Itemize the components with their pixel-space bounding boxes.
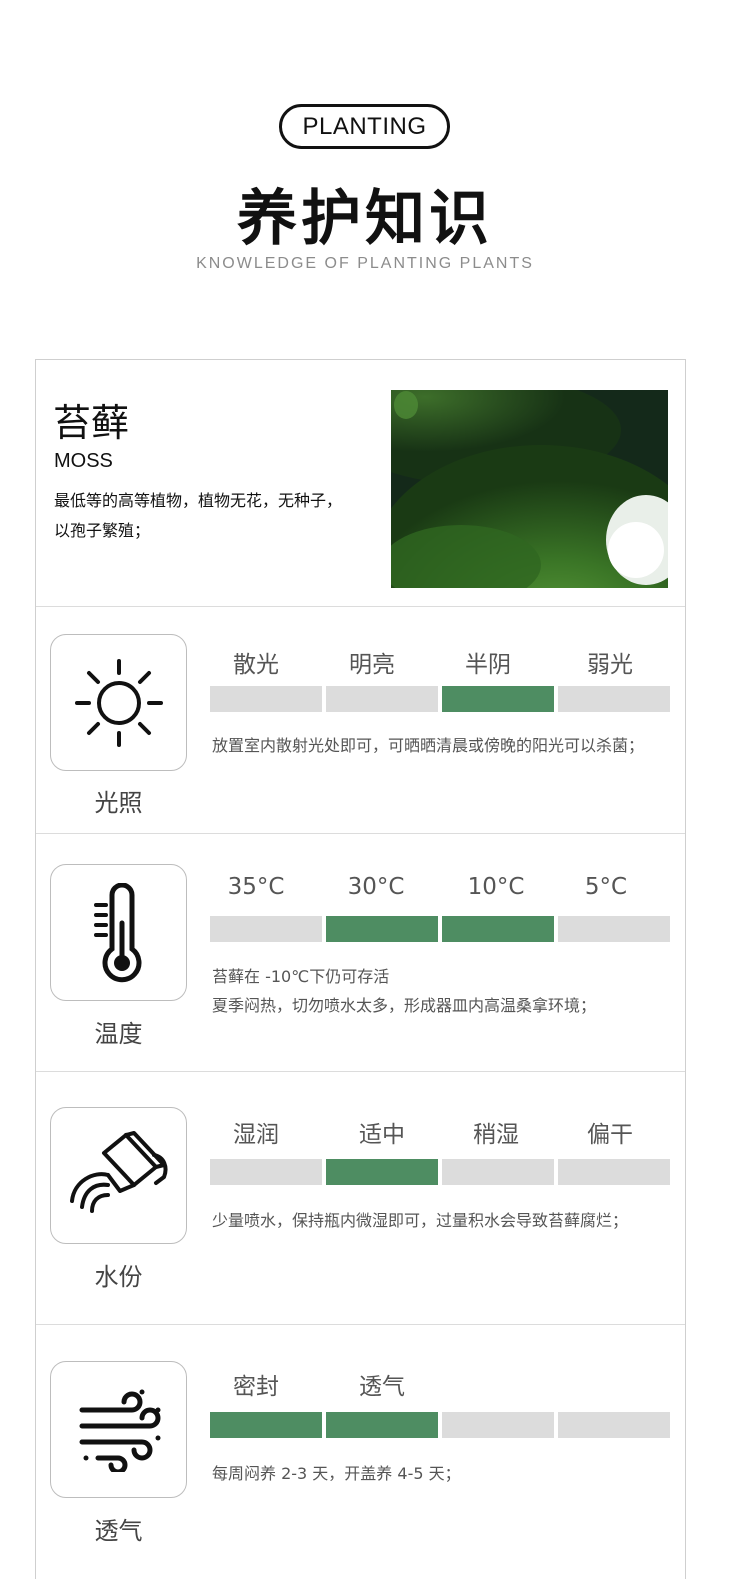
level-label: 稍湿: [473, 1122, 519, 1148]
level-label: 35°C: [227, 874, 285, 900]
level-bar: [210, 916, 322, 942]
level-bar-active: [326, 916, 438, 942]
care-note: 少量喷水，保持瓶内微湿即可，过量积水会导致苔藓腐烂；: [212, 1211, 629, 1230]
thermometer-icon: [50, 864, 187, 1001]
level-bar: [558, 686, 670, 712]
level-label: 10°C: [467, 874, 525, 900]
level-label: 半阴: [465, 652, 511, 678]
level-label: 透气: [359, 1374, 405, 1400]
care-note-line: 夏季闷热，切勿喷水太多，形成器皿内高温桑拿环境；: [212, 996, 597, 1015]
level-bar: [558, 916, 670, 942]
level-bar: [210, 1159, 322, 1185]
section-label-light: 光照: [94, 789, 143, 817]
plant-description-line: 以孢子繁殖；: [54, 521, 151, 540]
moss-photo: [391, 390, 668, 588]
level-bar-active: [210, 1412, 322, 1438]
section-label-temperature: 温度: [94, 1020, 143, 1048]
level-bar: [558, 1159, 670, 1185]
sun-icon: [50, 634, 187, 771]
plant-name: 苔藓: [53, 401, 130, 445]
level-label: 适中: [359, 1122, 405, 1148]
watering-can-icon: [50, 1107, 187, 1244]
level-label: 弱光: [587, 652, 633, 678]
level-bar-active: [326, 1412, 438, 1438]
care-note-line: 苔藓在 -10℃下仍可存活: [212, 967, 390, 986]
planting-badge: PLANTING: [279, 104, 450, 149]
level-bar-active: [442, 686, 554, 712]
care-note: 苔藓在 -10℃下仍可存活 夏季闷热，切勿喷水太多，形成器皿内高温桑拿环境；: [212, 962, 596, 1020]
level-bar: [558, 1412, 670, 1438]
level-label: 密封: [233, 1374, 279, 1400]
section-label-ventilation: 透气: [94, 1517, 143, 1545]
care-card: 苔藓 MOSS 最低等的高等植物，植物无花，无种子， 以孢子繁殖； 光照 散光 …: [35, 359, 686, 1579]
care-note: 每周闷养 2-3 天，开盖养 4-5 天；: [212, 1464, 461, 1483]
section-light: 光照 散光 明亮 半阴 弱光 放置室内散射光处即可，可晒晒清晨或傍晚的阳光可以杀…: [36, 607, 685, 834]
level-bar: [326, 686, 438, 712]
section-label-water: 水份: [94, 1263, 143, 1291]
plant-description-line: 最低等的高等植物，植物无花，无种子，: [54, 491, 343, 510]
level-bar-active: [442, 916, 554, 942]
page-title: 养护知识: [237, 184, 493, 254]
level-label: 散光: [233, 652, 279, 678]
level-label: 5°C: [584, 874, 628, 900]
wind-icon: [50, 1361, 187, 1498]
care-note: 放置室内散射光处即可，可晒晒清晨或傍晚的阳光可以杀菌；: [212, 736, 645, 755]
page-subtitle: KNOWLEDGE OF PLANTING PLANTS: [196, 255, 534, 272]
plant-description: 最低等的高等植物，植物无花，无种子， 以孢子繁殖；: [54, 486, 384, 546]
section-ventilation: 透气 密封 透气 每周闷养 2-3 天，开盖养 4-5 天；: [36, 1325, 685, 1579]
level-label: 30°C: [347, 874, 405, 900]
level-bar: [210, 686, 322, 712]
level-bar-active: [326, 1159, 438, 1185]
plant-intro: 苔藓 MOSS 最低等的高等植物，植物无花，无种子， 以孢子繁殖；: [36, 360, 685, 607]
level-label: 偏干: [587, 1122, 633, 1148]
header: PLANTING 养护知识 KNOWLEDGE OF PLANTING PLAN…: [0, 0, 730, 330]
level-bar: [442, 1412, 554, 1438]
level-label: 明亮: [349, 652, 395, 678]
level-bar: [442, 1159, 554, 1185]
plant-name-en: MOSS: [54, 450, 113, 472]
section-water: 水份 湿润 适中 稍湿 偏干 少量喷水，保持瓶内微湿即可，过量积水会导致苔藓腐烂…: [36, 1072, 685, 1325]
level-label: 湿润: [233, 1122, 279, 1148]
section-temperature: 温度 35°C 30°C 10°C 5°C 苔藓在 -10℃下仍可存活 夏季闷热…: [36, 834, 685, 1072]
